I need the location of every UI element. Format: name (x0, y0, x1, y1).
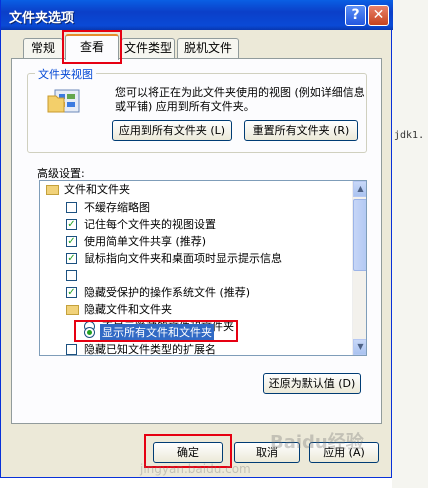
background-right-pane (392, 0, 428, 488)
list-item-label: 不缓存缩略图 (84, 201, 150, 214)
list-item-label: 显示所有文件和文件夹 (100, 324, 214, 342)
scroll-thumb[interactable] (353, 199, 366, 271)
folder-view-icon (47, 89, 80, 113)
watermark-url: jingyan.baidu.com (140, 462, 251, 476)
folder-views-title: 文件夹视图 (35, 66, 96, 82)
list-item-label: 记住每个文件夹的视图设置 (84, 218, 216, 231)
watermark-logo: Baidu经验 (270, 432, 364, 453)
tab-file-types[interactable]: 文件类型 (121, 38, 175, 58)
scroll-down-arrow-icon[interactable]: ▼ (353, 339, 366, 355)
reset-all-folders-button[interactable]: 重置所有文件夹 (R) (244, 120, 358, 141)
list-item-label: 文件和文件夹 (64, 183, 130, 196)
close-button[interactable]: ✕ (368, 5, 389, 26)
checkbox-checked[interactable]: ✓ (66, 236, 77, 247)
tab-offline-files[interactable]: 脱机文件 (177, 38, 239, 58)
tab-view[interactable]: 查看 (65, 34, 119, 60)
help-button[interactable]: ? (345, 5, 366, 26)
scroll-up-arrow-icon[interactable]: ▲ (353, 181, 366, 197)
folder-icon (46, 185, 59, 195)
checkbox[interactable] (66, 344, 77, 355)
advanced-settings-list: 文件和文件夹 不缓存缩略图 ✓ 记住每个文件夹的视图设置 ✓ 使用简单文件共享 … (39, 180, 367, 356)
list-scrollbar[interactable]: ▲ ▼ (352, 181, 366, 355)
folder-options-dialog: 文件夹选项 ? ✕ 常规 查看 文件类型 脱机文件 文件夹视图 您可以将正在为此… (0, 0, 393, 478)
apply-to-all-folders-button[interactable]: 应用到所有文件夹 (L) (112, 120, 232, 141)
checkbox-checked[interactable]: ✓ (66, 219, 77, 230)
list-item-label: 隐藏受保护的操作系统文件 (推荐) (84, 286, 251, 299)
radio-button-selected[interactable] (84, 327, 95, 338)
tab-general[interactable]: 常规 (23, 38, 63, 58)
folder-views-description: 您可以将正在为此文件夹使用的视图 (例如详细信息或平铺) 应用到所有文件夹。 (115, 86, 365, 113)
checkbox[interactable] (66, 202, 77, 213)
dialog-title: 文件夹选项 (9, 11, 75, 26)
folder-icon (66, 305, 79, 315)
title-bar[interactable]: 文件夹选项 ? ✕ (1, 0, 393, 30)
list-item-label: 鼠标指向文件夹和桌面项时显示提示信息 (84, 252, 282, 265)
list-item-label: 隐藏已知文件类型的扩展名 (84, 343, 216, 356)
checkbox[interactable] (66, 270, 77, 281)
advanced-settings-label: 高级设置: (37, 167, 85, 180)
restore-defaults-button[interactable]: 还原为默认值 (D) (263, 373, 361, 394)
list-item-label: 隐藏文件和文件夹 (84, 303, 172, 316)
list-item-label: 使用简单文件共享 (推荐) (84, 235, 207, 248)
ok-button[interactable]: 确定 (153, 442, 223, 463)
checkbox-checked[interactable]: ✓ (66, 253, 77, 264)
checkbox-checked[interactable]: ✓ (66, 287, 77, 298)
background-file-label: jdk1. (394, 130, 425, 141)
